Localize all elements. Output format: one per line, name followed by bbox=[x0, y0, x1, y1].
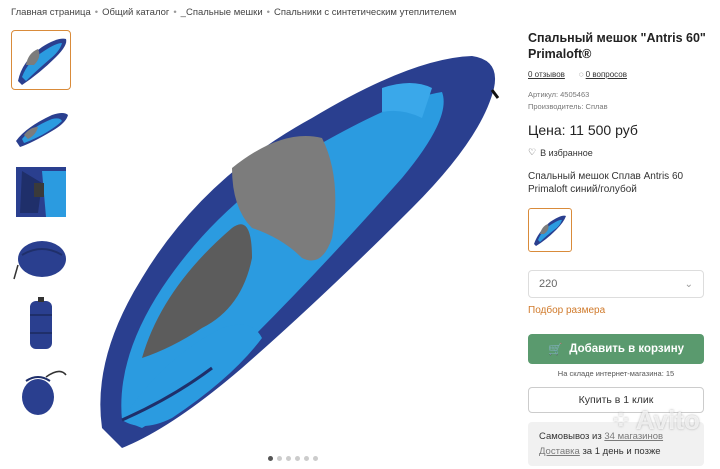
review-links: 0 отзывов ◌ 0 вопросов bbox=[528, 70, 718, 79]
thumbnail-6[interactable] bbox=[11, 360, 71, 420]
add-to-cart-label: Добавить в корзину bbox=[569, 343, 685, 355]
avito-watermark: ⁘ Avito bbox=[610, 405, 700, 436]
price: Цена: 11 500 руб bbox=[528, 122, 638, 138]
thumbnail-gallery bbox=[11, 30, 73, 426]
breadcrumb: Главная страница • Общий каталог • _Спал… bbox=[11, 7, 456, 18]
delivery-suffix: за 1 день и позже bbox=[579, 446, 661, 457]
breadcrumb-sleeping-bags[interactable]: _Спальные мешки bbox=[181, 7, 263, 18]
main-product-photo[interactable] bbox=[82, 28, 512, 456]
pagination-dot[interactable] bbox=[295, 456, 300, 461]
breadcrumb-separator: • bbox=[173, 7, 177, 18]
pagination-dot[interactable] bbox=[304, 456, 309, 461]
breadcrumb-separator: • bbox=[94, 7, 99, 18]
size-select[interactable]: 220 ⌄ bbox=[528, 270, 704, 298]
sku: Артикул: 4505463 bbox=[528, 90, 590, 99]
pickup-prefix: Самовывоз из bbox=[539, 431, 605, 442]
questions-label: 0 вопросов bbox=[585, 70, 627, 79]
variant-description: Спальный мешок Сплав Antris 60 Primaloft… bbox=[528, 171, 684, 195]
thumbnail-4[interactable] bbox=[11, 228, 71, 288]
breadcrumb-catalog[interactable]: Общий каталог bbox=[102, 7, 169, 18]
add-to-cart-button[interactable]: 🛒 Добавить в корзину bbox=[528, 334, 704, 364]
cart-icon: 🛒 bbox=[547, 344, 563, 356]
size-value: 220 bbox=[539, 278, 558, 290]
breadcrumb-separator: • bbox=[266, 7, 270, 18]
stock-info: На складе интернет-магазина: 15 bbox=[557, 369, 675, 378]
favorite-button[interactable]: ♡ В избранное bbox=[528, 147, 718, 158]
breadcrumb-synthetic[interactable]: Спальники с синтетическим утеплителем bbox=[274, 7, 456, 18]
heart-icon: ♡ bbox=[528, 147, 537, 157]
thumbnail-1[interactable] bbox=[11, 30, 71, 90]
breadcrumb-home[interactable]: Главная страница bbox=[11, 7, 91, 18]
manufacturer: Производитель: Сплав bbox=[528, 102, 608, 111]
chevron-down-icon: ⌄ bbox=[684, 278, 693, 290]
thumbnail-3[interactable] bbox=[11, 162, 71, 222]
size-guide-link[interactable]: Подбор размера bbox=[528, 305, 718, 316]
product-info: Спальный мешок "Antris 60" Primaloft® 0 … bbox=[528, 30, 718, 466]
pagination-dot[interactable] bbox=[277, 456, 282, 461]
reviews-link[interactable]: 0 отзывов bbox=[528, 70, 565, 79]
favorite-label: В избранное bbox=[540, 147, 593, 158]
color-swatch[interactable] bbox=[528, 208, 572, 252]
sku-block: Артикул: 4505463 Производитель: Сплав bbox=[528, 89, 718, 113]
comment-icon: ◌ bbox=[578, 70, 584, 79]
pagination-dot[interactable] bbox=[313, 456, 318, 461]
avito-logo-icon: ⁘ bbox=[610, 405, 632, 435]
product-title: Спальный мешок "Antris 60" Primaloft® bbox=[528, 31, 706, 61]
pagination-dot[interactable] bbox=[286, 456, 291, 461]
watermark-text: Avito bbox=[635, 405, 700, 435]
gallery-pagination bbox=[268, 456, 318, 461]
thumbnail-2[interactable] bbox=[11, 96, 71, 156]
delivery-link[interactable]: Доставка bbox=[539, 446, 580, 457]
thumbnail-5[interactable] bbox=[11, 294, 71, 354]
questions-link[interactable]: ◌ 0 вопросов bbox=[579, 70, 627, 79]
pagination-dot[interactable] bbox=[268, 456, 273, 461]
